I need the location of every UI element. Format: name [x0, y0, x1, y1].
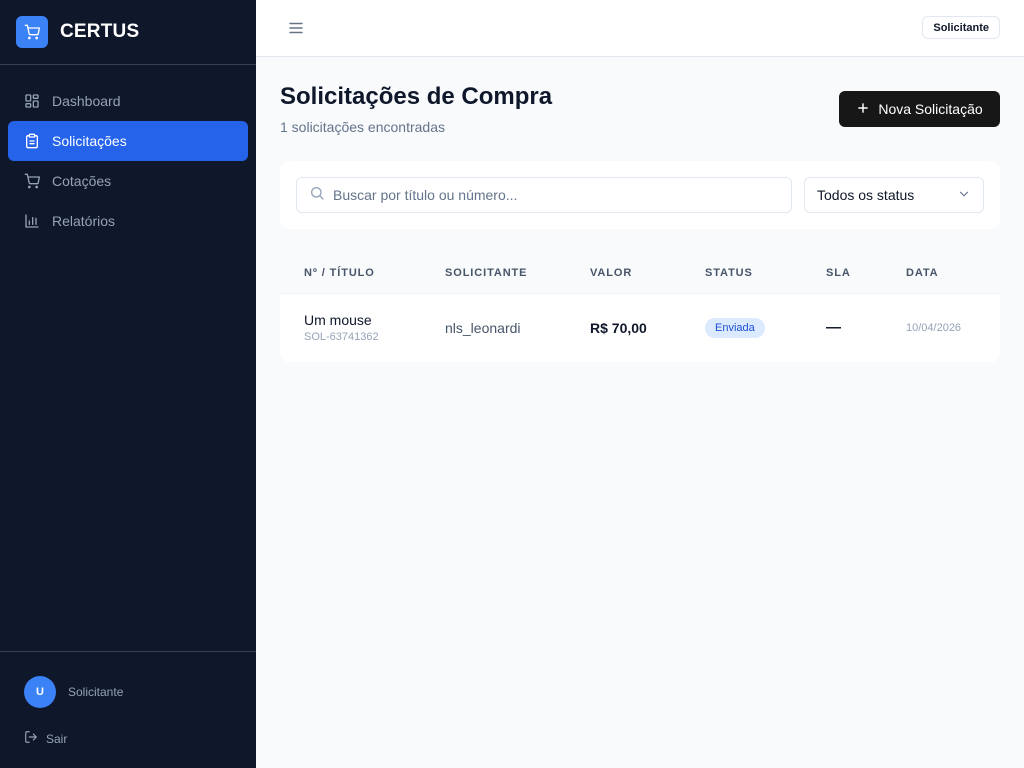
- bar-chart-icon: [24, 213, 40, 229]
- cell-date: 10/04/2026: [906, 322, 962, 334]
- cell-title: Um mouse SOL-63741362: [304, 312, 379, 343]
- table-header: Nº / TÍTULO SOLICITANTE VALOR STATUS SLA…: [280, 253, 1000, 294]
- cart-icon: [24, 173, 40, 189]
- new-request-button[interactable]: Nova Solicitação: [839, 91, 1000, 127]
- sidebar-item-solicitacoes[interactable]: Solicitações: [8, 121, 248, 161]
- top-header: Solicitante: [256, 0, 1024, 57]
- app-name: CERTUS: [60, 21, 140, 42]
- request-number: SOL-63741362: [304, 331, 379, 343]
- logout-button[interactable]: Sair: [24, 730, 67, 747]
- sidebar-item-relatorios[interactable]: Relatórios: [8, 201, 248, 241]
- table-row[interactable]: Um mouse SOL-63741362 nls_leonardi R$ 70…: [280, 294, 1000, 362]
- search-input[interactable]: [333, 187, 773, 203]
- sidebar-item-label: Cotações: [52, 173, 112, 189]
- chevron-down-icon: [957, 187, 971, 204]
- clipboard-icon: [24, 133, 40, 149]
- page-title: Solicitações de Compra: [280, 83, 553, 110]
- new-request-label: Nova Solicitação: [878, 101, 983, 117]
- user-name: Solicitante: [68, 685, 124, 699]
- sidebar: CERTUS Dashboard Solicitações Cotações R…: [0, 0, 256, 768]
- dashboard-icon: [24, 93, 40, 109]
- column-header-title[interactable]: Nº / TÍTULO: [304, 267, 375, 279]
- sidebar-footer: U Solicitante Sair: [0, 651, 256, 768]
- search-box: [296, 177, 792, 213]
- brand: CERTUS: [0, 0, 256, 65]
- status-filter-select[interactable]: Todos os status: [804, 177, 984, 213]
- sidebar-item-label: Dashboard: [52, 93, 121, 109]
- status-badge: Enviada: [705, 318, 765, 338]
- column-header-value[interactable]: VALOR: [590, 267, 632, 279]
- logout-icon: [24, 730, 38, 747]
- menu-icon[interactable]: [286, 18, 306, 38]
- column-header-status[interactable]: STATUS: [705, 267, 753, 279]
- sidebar-item-dashboard[interactable]: Dashboard: [8, 81, 248, 121]
- avatar: U: [24, 676, 56, 708]
- column-header-sla[interactable]: SLA: [826, 267, 851, 279]
- results-count: 1 solicitações encontradas: [280, 119, 445, 135]
- cell-value: R$ 70,00: [590, 320, 647, 336]
- cell-sla: —: [826, 319, 841, 336]
- plus-icon: [856, 101, 870, 118]
- cell-status: Enviada: [705, 318, 765, 338]
- requests-table: Nº / TÍTULO SOLICITANTE VALOR STATUS SLA…: [280, 253, 1000, 362]
- column-header-date[interactable]: DATA: [906, 267, 939, 279]
- column-header-requester[interactable]: SOLICITANTE: [445, 267, 527, 279]
- filter-card: Todos os status: [280, 161, 1000, 229]
- search-icon: [309, 185, 325, 206]
- sidebar-item-label: Solicitações: [52, 133, 127, 149]
- role-badge: Solicitante: [922, 16, 1000, 39]
- cell-requester: nls_leonardi: [445, 320, 521, 336]
- sidebar-nav: Dashboard Solicitações Cotações Relatóri…: [0, 65, 256, 241]
- request-title: Um mouse: [304, 312, 372, 328]
- cart-logo-icon: [16, 16, 48, 48]
- sidebar-item-cotacoes[interactable]: Cotações: [8, 161, 248, 201]
- status-filter-value: Todos os status: [817, 187, 915, 203]
- sidebar-item-label: Relatórios: [52, 213, 116, 229]
- logout-label: Sair: [46, 731, 68, 746]
- user-info: U Solicitante: [24, 676, 123, 708]
